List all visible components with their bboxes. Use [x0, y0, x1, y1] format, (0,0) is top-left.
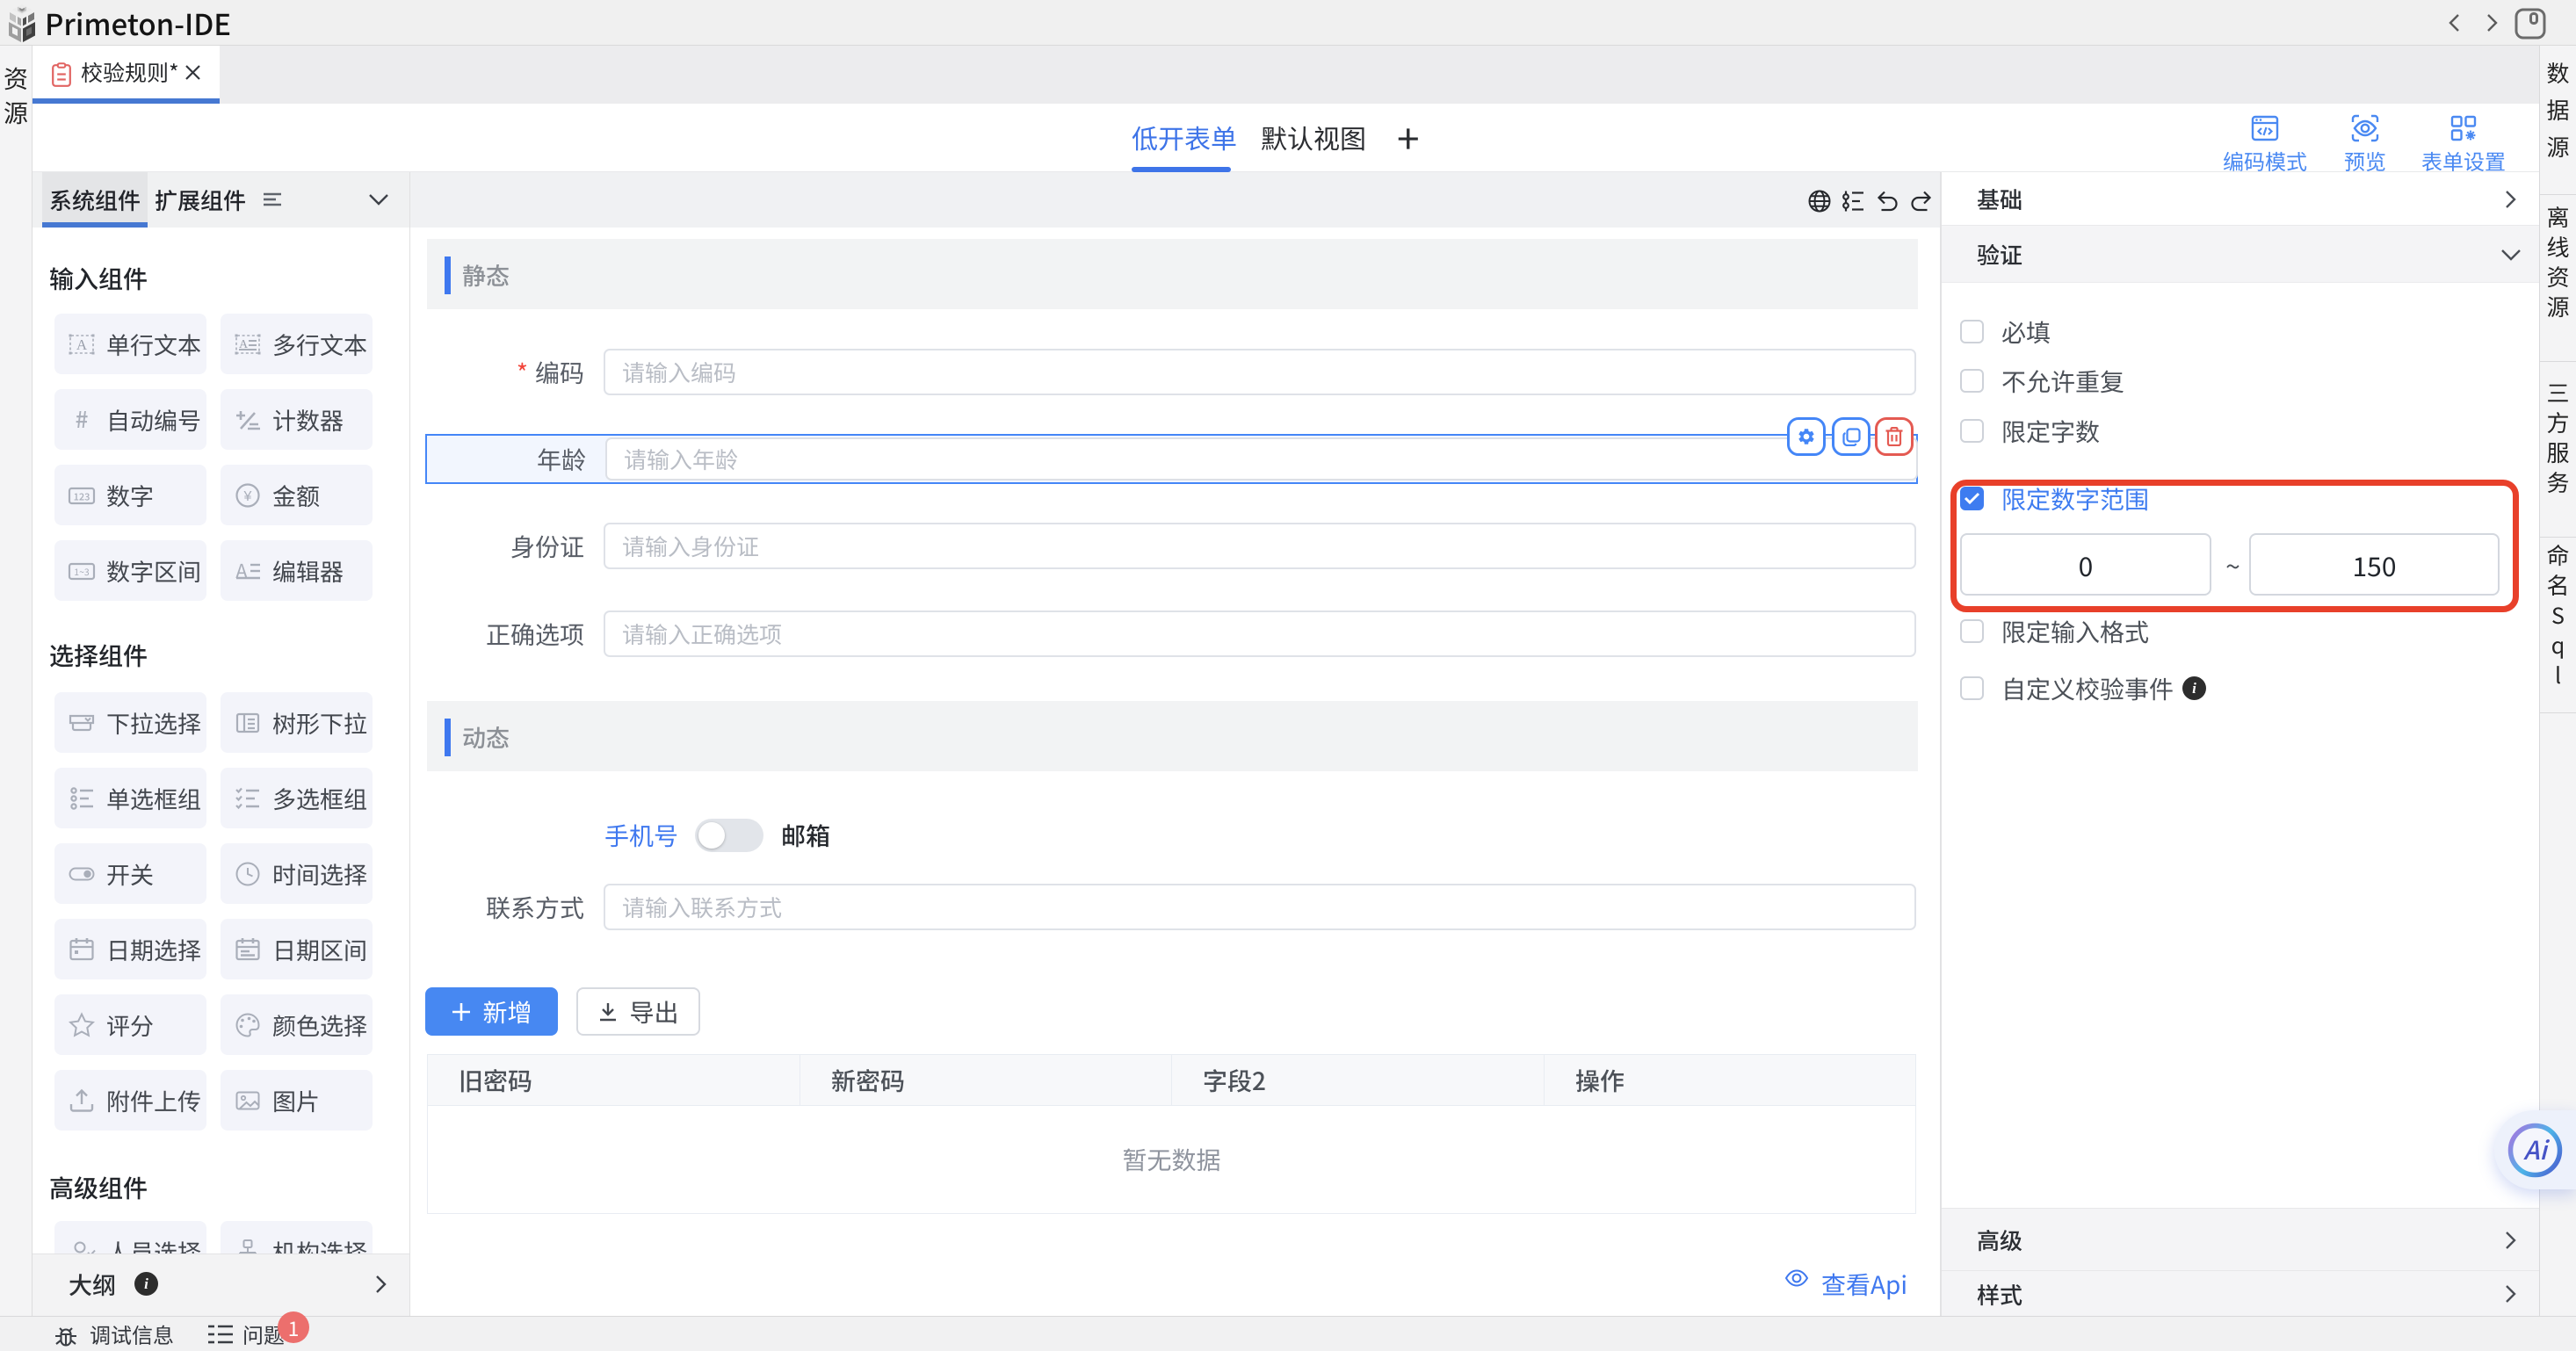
svg-text:123: 123 — [74, 490, 90, 504]
svg-text:A: A — [76, 336, 88, 353]
svg-text:A: A — [235, 557, 248, 584]
svg-text:#: # — [76, 406, 89, 434]
svg-text:Ai: Ai — [2523, 1131, 2550, 1167]
svg-text:1~3: 1~3 — [74, 566, 90, 579]
svg-text:¥: ¥ — [243, 484, 252, 505]
